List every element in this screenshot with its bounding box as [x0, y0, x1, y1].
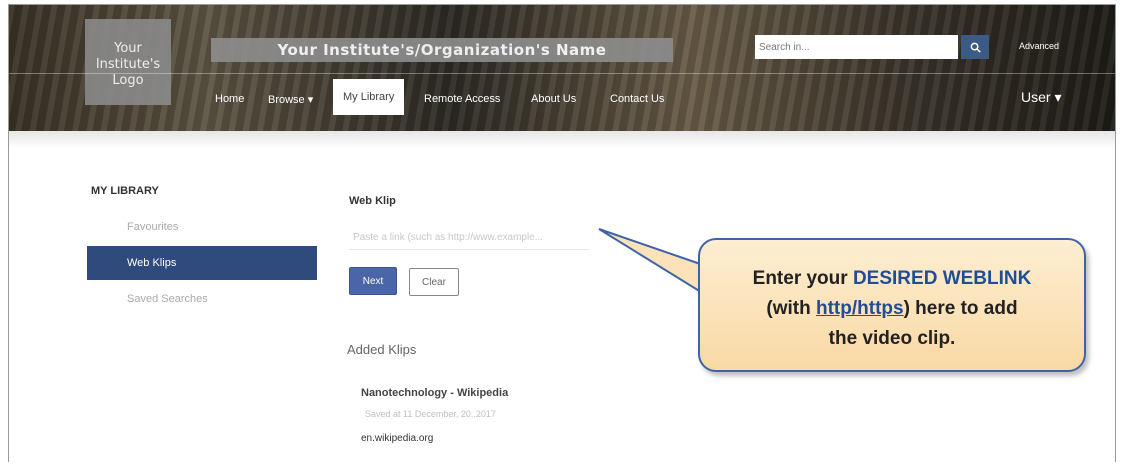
callout-text: (with: [766, 298, 816, 319]
callout-text: Enter your: [752, 268, 853, 289]
callout-highlight: DESIRED WEBLINK: [852, 268, 1032, 289]
annotation-callout: Enter your DESIRED WEBLINK (with http/ht…: [698, 238, 1086, 372]
callout-pointer: [598, 228, 710, 299]
callout-link-text: http/https: [816, 298, 904, 319]
callout-text: ) here to add: [903, 298, 1018, 319]
browser-frame: Your Institute's Logo Your Institute's/O…: [8, 4, 1116, 462]
callout-text: the video clip.: [828, 328, 956, 349]
